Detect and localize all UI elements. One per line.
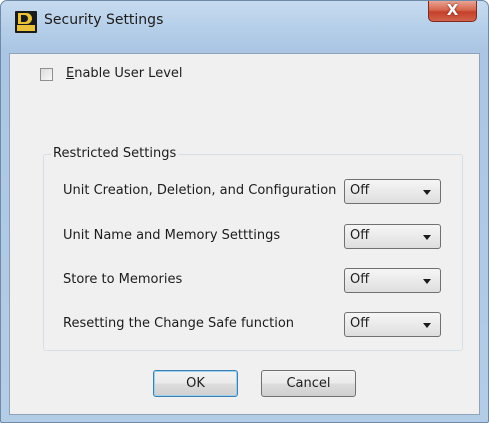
enable-user-level-label[interactable]: Enable User Level <box>66 66 183 81</box>
ok-button[interactable]: OK <box>153 370 238 397</box>
store-to-memories-select[interactable]: Off <box>344 268 441 293</box>
unit-name-memory-select[interactable]: Off <box>344 224 441 249</box>
setting-label-change-safe: Resetting the Change Safe function <box>63 316 295 331</box>
cancel-button[interactable]: Cancel <box>261 370 356 397</box>
chevron-down-icon <box>423 323 431 328</box>
security-settings-dialog: Security Settings X Enable User Level Re… <box>0 0 489 423</box>
unit-creation-select[interactable]: Off <box>344 179 441 204</box>
setting-label-store-to-memories: Store to Memories <box>63 272 183 287</box>
chevron-down-icon <box>423 235 431 240</box>
close-icon: X <box>446 1 459 19</box>
change-safe-value: Off <box>350 316 370 331</box>
restricted-settings-group: Restricted Settings Unit Creation, Delet… <box>43 146 463 351</box>
setting-label-unit-creation: Unit Creation, Deletion, and Configurati… <box>63 183 337 198</box>
change-safe-select[interactable]: Off <box>344 312 441 337</box>
store-to-memories-value: Off <box>350 272 370 287</box>
setting-label-unit-name-memory: Unit Name and Memory Setttings <box>63 228 281 243</box>
dialog-body: Enable User Level Restricted Settings Un… <box>9 53 480 415</box>
unit-name-memory-value: Off <box>350 228 370 243</box>
window-title: Security Settings <box>44 12 164 28</box>
unit-creation-value: Off <box>350 183 370 198</box>
close-button[interactable]: X <box>428 1 477 22</box>
app-icon <box>15 11 37 33</box>
restricted-settings-group-label: Restricted Settings <box>51 146 179 161</box>
chevron-down-icon <box>423 279 431 284</box>
title-bar[interactable]: Security Settings X <box>1 1 488 43</box>
chevron-down-icon <box>423 190 431 195</box>
enable-user-level-checkbox[interactable] <box>40 68 53 81</box>
